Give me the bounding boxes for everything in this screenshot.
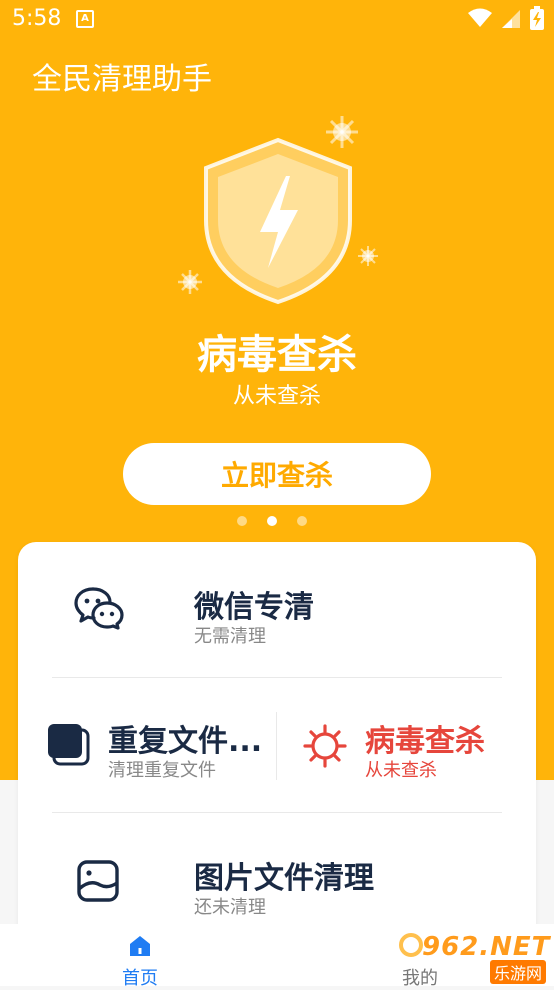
notification-a-icon: A (76, 10, 94, 28)
battery-charging-icon (530, 6, 544, 30)
watermark-circle-icon (399, 933, 423, 957)
page-dot[interactable] (297, 516, 307, 526)
wifi-icon (468, 8, 492, 27)
wechat-clean-item[interactable]: 微信专清 无需清理 (18, 542, 536, 678)
watermark-text: 962.NET (422, 932, 551, 962)
virus-shield-icon (178, 116, 378, 305)
duplicate-files-subtitle: 清理重复文件 (108, 760, 216, 781)
virus-scan-item[interactable]: 病毒查杀 从未查杀 (277, 678, 536, 812)
image-clean-subtitle: 还未清理 (194, 897, 266, 918)
hero-subtitle: 从未查杀 (232, 384, 321, 409)
watermark-subtext: 乐游网 (490, 960, 547, 984)
duplicate-files-item[interactable]: 重复文件... 清理重复文件 (18, 678, 276, 812)
duplicate-files-icon (48, 724, 90, 766)
scan-now-button[interactable]: 立即查杀 (123, 443, 431, 505)
virus-scan-title: 病毒查杀 (365, 724, 485, 759)
image-icon (77, 860, 119, 902)
wechat-icon (74, 587, 124, 630)
virus-scan-subtitle: 从未查杀 (365, 760, 437, 781)
wechat-clean-title: 微信专清 (194, 590, 314, 625)
hero-title: 病毒查杀 (197, 332, 357, 378)
nav-home-label: 首页 (122, 968, 158, 989)
status-bar: 5:58 A (0, 0, 554, 40)
page-indicator (237, 516, 307, 526)
signal-icon (502, 10, 520, 28)
features-card: 微信专清 无需清理 重复文件... 清理重复文件 病毒查杀 从未查杀 图片文件清… (18, 542, 536, 942)
virus-icon (303, 724, 347, 768)
watermark-logo: 962.NET 乐游网 (398, 930, 551, 984)
app-title: 全民清理助手 (32, 62, 212, 97)
image-clean-title: 图片文件清理 (194, 861, 374, 896)
home-icon (130, 936, 150, 956)
status-icons (468, 6, 544, 30)
page-dot-active[interactable] (267, 516, 277, 526)
wechat-clean-subtitle: 无需清理 (194, 626, 266, 647)
duplicate-files-title: 重复文件... (108, 724, 263, 759)
page-dot[interactable] (237, 516, 247, 526)
status-time: 5:58 (12, 6, 62, 31)
nav-home-tab[interactable]: 首页 (110, 934, 170, 989)
